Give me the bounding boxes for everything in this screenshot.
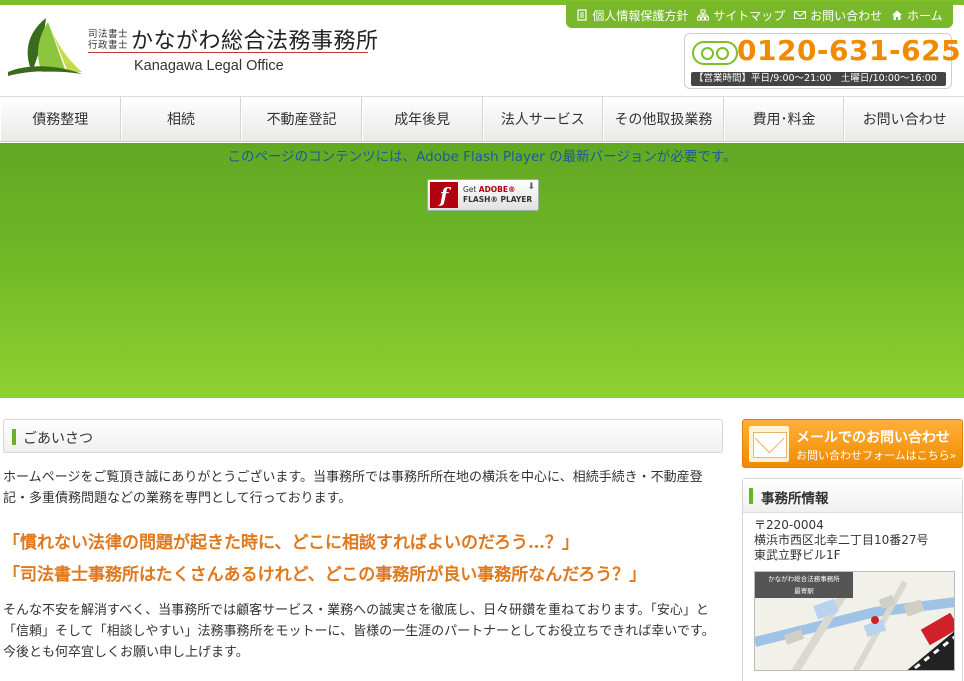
home-icon (891, 10, 902, 20)
home-link[interactable]: ホーム (891, 7, 943, 24)
contact-link[interactable]: お問い合わせ (794, 7, 882, 24)
document-icon (577, 9, 588, 21)
flash-button-line1: Get ADOBE® (463, 185, 516, 194)
office-info-heading: 事務所情報 (743, 479, 962, 513)
contact-label: お問い合わせ (810, 8, 883, 23)
mail-banner-subtitle: お問い合わせフォームはこちら» (796, 449, 957, 462)
office-map[interactable]: かながわ総合法務事務所 最寄駅 (754, 571, 955, 671)
phone-number: 0120-631-625 (737, 34, 962, 67)
download-arrow-icon: ⬇ (527, 182, 535, 192)
greeting-paragraph-1: ホームページをご覧頂き誠にありがとうございます。当事務所では事務所所在地の横浜を… (3, 470, 703, 506)
office-info-title: 事務所情報 (761, 491, 829, 507)
get-flash-player-button[interactable]: f Get ADOBE® FLASH® PLAYER ⬇ (427, 179, 539, 211)
sitemap-label: サイトマップ (713, 8, 786, 23)
flash-button-line2: FLASH® PLAYER (463, 195, 533, 204)
nav-other-services[interactable]: その他取扱業務 (603, 97, 724, 141)
mail-banner-title: メールでのお問い合わせ (796, 430, 950, 446)
nav-fees[interactable]: 費用･料金 (723, 97, 845, 141)
greeting-paragraph-2: そんな不安を解消すべく、当事務所では顧客サービス・業務への誠実さを徹底し、日々研… (3, 603, 715, 660)
envelope-icon (749, 426, 789, 462)
utility-nav: 個人情報保護方針 サイトマップ お問い合わせ ホーム (566, 2, 953, 28)
greeting-heading: ごあいさつ (3, 419, 723, 453)
hero-flash-area: このページのコンテンツには、Adobe Flash Player の最新バージョ… (0, 143, 964, 398)
logo-subtitle-administrative: 行政書士 (88, 40, 129, 51)
nav-real-estate-registration[interactable]: 不動産登記 (241, 97, 362, 141)
sail-logo-icon (8, 18, 82, 76)
main-nav: 債務整理 相続 不動産登記 成年後見 法人サービス その他取扱業務 費用･料金 … (0, 96, 964, 142)
office-info-panel: 事務所情報 〒220-0004 横浜市西区北幸二丁目10番27号 東武立野ビル1… (742, 478, 963, 681)
flash-required-message: このページのコンテンツには、Adobe Flash Player の最新バージョ… (227, 149, 737, 165)
logo-divider (88, 52, 368, 53)
mail-icon (794, 11, 807, 19)
sitemap-link[interactable]: サイトマップ (697, 7, 785, 24)
address-line-2: 東武立野ビル1F (754, 548, 841, 562)
office-address: 〒220-0004 横浜市西区北幸二丁目10番27号 東武立野ビル1F (754, 518, 929, 563)
logo-english-name: Kanagawa Legal Office (134, 58, 284, 74)
greeting-quote-1: 「慣れない法律の問題が起きた時に、どこに相談すればよいのだろう…？」 (3, 533, 579, 553)
flash-icon: f (430, 182, 458, 208)
greeting-title: ごあいさつ (23, 431, 93, 447)
mail-inquiry-banner[interactable]: メールでのお問い合わせ お問い合わせフォームはこちら» (742, 419, 963, 468)
greeting-quote-2: 「司法書士事務所はたくさんあるけれど、どこの事務所が良い事務所なんだろう？」 (3, 565, 647, 585)
nav-corporate-services[interactable]: 法人サービス (482, 97, 604, 141)
logo-name: かながわ総合法務事務所 (131, 29, 379, 54)
sitemap-icon (697, 9, 710, 21)
nav-adult-guardianship[interactable]: 成年後見 (361, 97, 483, 141)
nav-inheritance[interactable]: 相続 (120, 97, 242, 141)
privacy-policy-label: 個人情報保護方針 (592, 8, 689, 23)
business-hours: 【営業時間】平日/9:00～21:00 土曜日/10:00～16:00 (691, 72, 946, 86)
address-line-1: 横浜市西区北幸二丁目10番27号 (754, 533, 929, 547)
site-logo[interactable]: 司法書士 行政書士 かながわ総合法務事務所 Kanagawa Legal Off… (6, 16, 386, 80)
nav-contact[interactable]: お問い合わせ (844, 97, 964, 141)
freedial-icon (692, 41, 738, 65)
nav-debt-consolidation[interactable]: 債務整理 (0, 97, 121, 141)
phone-contact[interactable]: 0120-631-625 【営業時間】平日/9:00～21:00 土曜日/10:… (684, 33, 961, 89)
privacy-policy-link[interactable]: 個人情報保護方針 (576, 7, 688, 24)
postal-code: 〒220-0004 (754, 518, 824, 532)
home-label: ホーム (906, 8, 943, 23)
map-office-label: かながわ総合法務事務所 最寄駅 (755, 572, 853, 598)
